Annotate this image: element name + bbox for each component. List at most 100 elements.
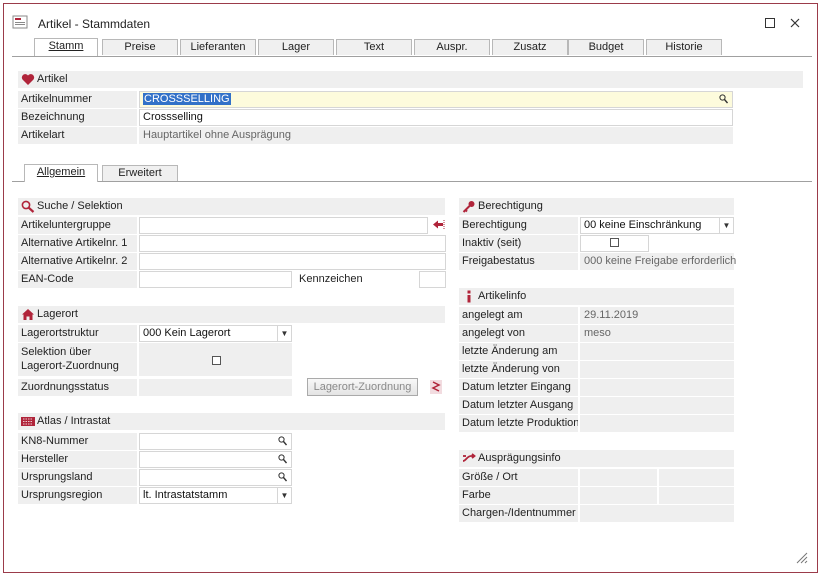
datum-produktion-value [580,415,734,432]
app-icon [12,15,28,29]
ean-code-field[interactable] [139,271,292,288]
hersteller-label: Hersteller [18,451,137,468]
datum-eingang-label: Datum letzter Eingang [459,379,578,396]
tab-stamm[interactable]: Stamm [34,38,98,56]
angelegt-am-label: angelegt am [459,307,578,324]
chargen-label: Chargen-/Identnummer [459,505,578,522]
shuffle-icon [462,453,476,462]
berechtigung-section-header: Berechtigung [459,198,734,215]
magnifier-icon[interactable] [278,454,287,464]
hersteller-field[interactable] [139,451,292,468]
atlas-section-header: Atlas / Intrastat [18,413,445,430]
datum-eingang-value [580,379,734,396]
alt-artikelnr-2-field[interactable] [139,253,446,270]
kennzeichen-field[interactable] [419,271,446,288]
angelegt-von-value: meso [580,325,734,342]
chevron-down-icon[interactable]: ▼ [277,326,291,341]
freigabestatus-label: Freigabestatus [459,253,578,270]
berechtigung-select[interactable]: 00 keine Einschränkung ▼ [580,217,734,234]
artikelnummer-label: Artikelnummer [18,91,137,108]
alt-artikelnr-1-label: Alternative Artikelnr. 1 [18,235,137,252]
artikel-section-header: Artikel [18,71,803,88]
window-title: Artikel - Stammdaten [38,17,151,31]
tab-historie[interactable]: Historie [646,39,722,55]
berechtigung-value: 00 keine Einschränkung [584,219,702,231]
freigabestatus-value: 000 keine Freigabe erforderlich [580,253,736,270]
lagerortstruktur-select[interactable]: 000 Kein Lagerort ▼ [139,325,292,342]
arrow-left-icon[interactable] [432,219,445,230]
letzte-aenderung-von-value [580,361,734,378]
artikelnummer-value: CROSSSELLING [143,93,231,105]
letzte-aenderung-am-value [580,343,734,360]
letzte-aenderung-von-label: letzte Änderung von [459,361,578,378]
artikelinfo-section-header: Artikelinfo [459,288,734,305]
tab-text[interactable]: Text [336,39,412,55]
suche-header-label: Suche / Selektion [37,200,123,212]
maximize-button[interactable] [761,14,779,32]
groesse-ort-value-2 [659,469,734,486]
artikel-header-label: Artikel [37,73,68,85]
artikeluntergruppe-field[interactable] [139,217,428,234]
lagerort-zuordnung-button[interactable]: Lagerort-Zuordnung [307,378,418,396]
ursprungsregion-label: Ursprungsregion [18,487,137,504]
tab-lager[interactable]: Lager [258,39,334,55]
farbe-label: Farbe [459,487,578,504]
ursprungsland-field[interactable] [139,469,292,486]
tab-preise[interactable]: Preise [102,39,178,55]
auspraegungsinfo-section-header: Ausprägungsinfo [459,450,734,467]
berechtigung-label: Berechtigung [459,217,578,234]
inaktiv-checkbox[interactable] [610,238,619,247]
chargen-value [580,505,734,522]
maximize-icon [765,18,775,28]
tab-budget[interactable]: Budget [568,39,644,55]
suche-section-header: Suche / Selektion [18,198,445,215]
kn8-field[interactable] [139,433,292,450]
ursprungsregion-select[interactable]: lt. Intrastatstamm ▼ [139,487,292,504]
atlas-icon [21,417,35,426]
artikelart-value: Hauptartikel ohne Ausprägung [139,127,733,144]
lagerortstruktur-label: Lagerortstruktur [18,325,137,342]
alt-artikelnr-1-field[interactable] [139,235,446,252]
artikelinfo-header-label: Artikelinfo [478,290,527,302]
groesse-ort-label: Größe / Ort [459,469,578,486]
main-tabs: Stamm Preise Lieferanten Lager Text Ausp… [12,38,812,56]
tab-allgemein[interactable]: Allgemein [24,164,98,182]
tab-erweitert[interactable]: Erweitert [102,165,178,181]
datum-produktion-label: Datum letzte Produktion [459,415,578,432]
artikelnummer-field[interactable]: CROSSSELLING [139,91,733,108]
bezeichnung-field[interactable]: Crossselling [139,109,733,126]
magnifier-icon[interactable] [278,436,287,446]
selektion-zuordnung-checkbox[interactable] [212,356,221,365]
bezeichnung-label: Bezeichnung [18,109,137,126]
subtab-divider [12,181,812,182]
ean-code-label: EAN-Code [18,271,137,288]
letzte-aenderung-am-label: letzte Änderung am [459,343,578,360]
chevron-down-icon[interactable]: ▼ [277,488,291,503]
datum-ausgang-label: Datum letzter Ausgang [459,397,578,414]
farbe-value-1 [580,487,657,504]
kn8-label: KN8-Nummer [18,433,137,450]
tab-lieferanten[interactable]: Lieferanten [180,39,256,55]
close-button[interactable] [786,14,804,32]
artikelart-label: Artikelart [18,127,137,144]
house-icon [22,309,34,320]
shuffle-icon[interactable] [430,380,442,394]
magnifier-icon[interactable] [719,94,728,104]
resize-grip-icon[interactable] [794,550,808,564]
tab-zusatz[interactable]: Zusatz [492,39,568,55]
angelegt-von-label: angelegt von [459,325,578,342]
lagerort-header-label: Lagerort [37,308,78,320]
atlas-header-label: Atlas / Intrastat [37,415,111,427]
search-icon [21,200,35,213]
tab-auspr[interactable]: Auspr. [414,39,490,55]
lagerortstruktur-value: 000 Kein Lagerort [143,327,231,339]
magnifier-icon[interactable] [278,472,287,482]
tab-divider [12,56,812,57]
key-icon [462,201,475,213]
heart-icon [21,74,35,85]
chevron-down-icon[interactable]: ▼ [719,218,733,233]
datum-ausgang-value [580,397,734,414]
artikel-window: Artikel - Stammdaten Stamm Preise Liefer… [3,3,818,573]
inaktiv-label: Inaktiv (seit) [459,235,578,252]
ursprungsland-label: Ursprungsland [18,469,137,486]
